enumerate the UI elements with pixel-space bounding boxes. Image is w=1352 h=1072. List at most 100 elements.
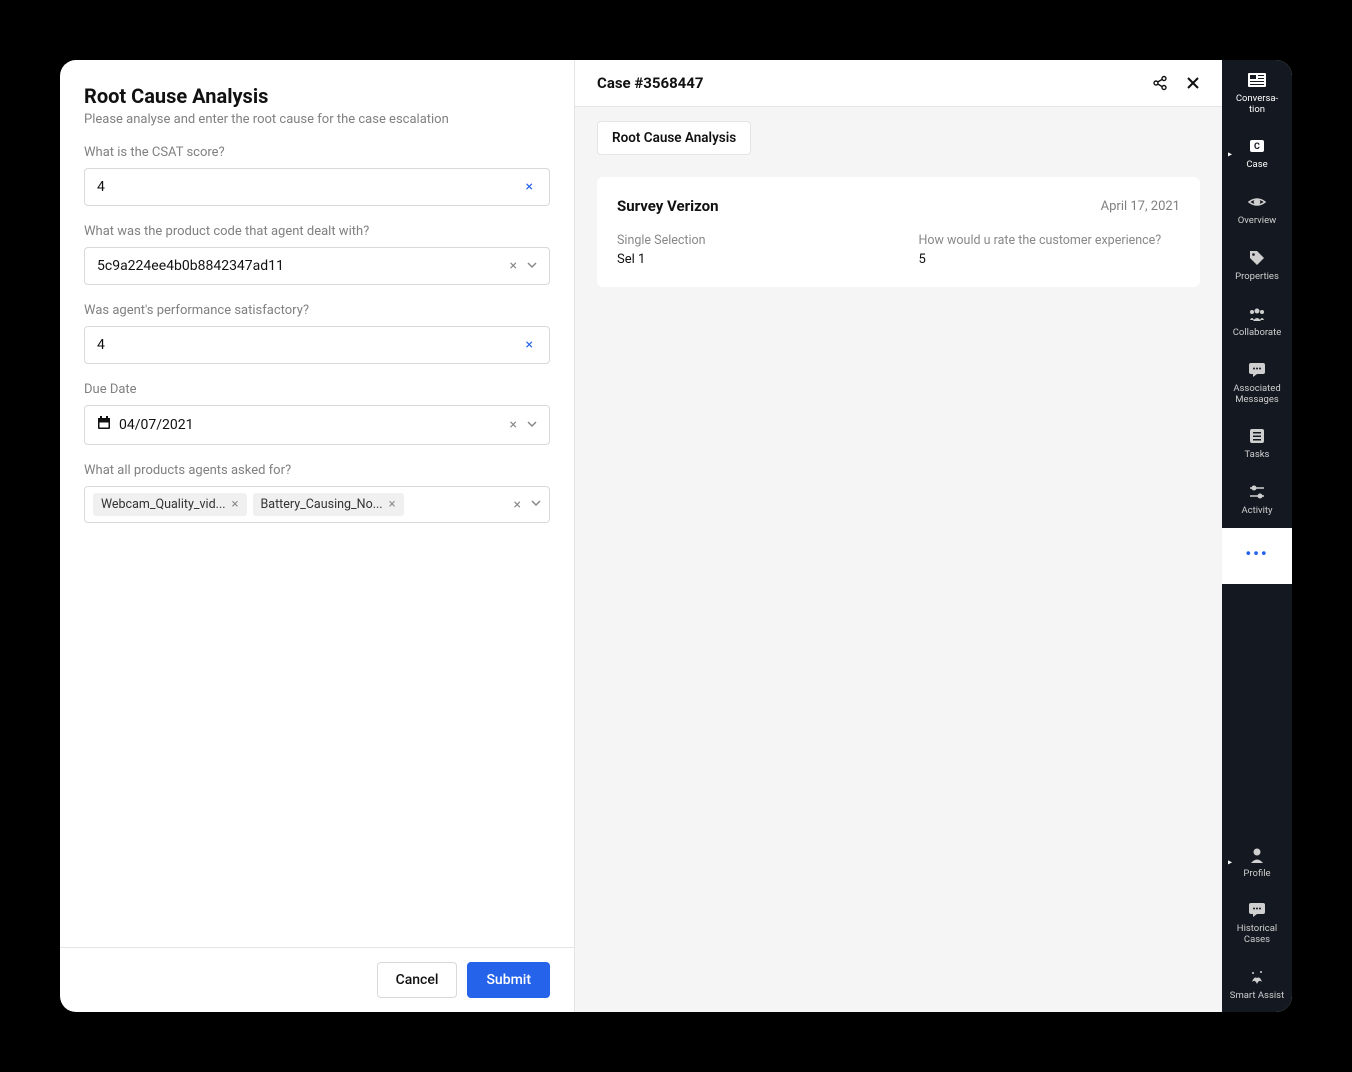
- case-icon: C: [1248, 136, 1266, 156]
- chevron-down-icon[interactable]: [531, 498, 541, 511]
- svg-text:C: C: [1254, 142, 1260, 152]
- clear-icon[interactable]: ×: [506, 417, 521, 433]
- chevron-down-icon[interactable]: [527, 419, 537, 432]
- rail-label: Conversa- tion: [1236, 94, 1278, 116]
- case-body: Survey Verizon April 17, 2021 Single Sel…: [575, 155, 1222, 309]
- field-due-date: Due Date 04/07/2021 ×: [84, 382, 550, 445]
- product-code-input[interactable]: 5c9a224ee4b0b8842347ad11 ×: [84, 247, 550, 285]
- form-footer: Cancel Submit: [60, 947, 574, 1012]
- active-marker-icon: ▸: [1228, 858, 1232, 867]
- product-code-label: What was the product code that agent dea…: [84, 224, 550, 239]
- eye-icon: [1248, 192, 1266, 212]
- rail-tasks[interactable]: Tasks: [1222, 416, 1292, 472]
- user-icon: [1250, 845, 1264, 865]
- rail-associated-messages[interactable]: Associated Messages: [1222, 350, 1292, 416]
- rail-overview[interactable]: Overview: [1222, 182, 1292, 238]
- performance-input[interactable]: 4 ×: [84, 326, 550, 364]
- clear-icon[interactable]: ×: [522, 337, 537, 353]
- survey-grid: Single Selection Sel 1 How would u rate …: [617, 233, 1180, 267]
- survey-q1-value: Sel 1: [617, 252, 879, 267]
- survey-date: April 17, 2021: [1101, 199, 1180, 214]
- chevron-down-icon[interactable]: [527, 260, 537, 273]
- form-title: Root Cause Analysis: [84, 84, 550, 108]
- products-input[interactable]: Webcam_Quality_vid... × Battery_Causing_…: [84, 486, 550, 523]
- message-icon: [1249, 360, 1265, 380]
- product-code-value: 5c9a224ee4b0b8842347ad11: [97, 258, 506, 274]
- due-date-label: Due Date: [84, 382, 550, 397]
- share-icon[interactable]: [1152, 75, 1168, 91]
- rail-label: Tasks: [1245, 450, 1270, 461]
- tag-remove-icon[interactable]: ×: [389, 497, 396, 512]
- list-icon: [1250, 426, 1264, 446]
- products-taglist: Webcam_Quality_vid... × Battery_Causing_…: [93, 493, 510, 516]
- close-icon[interactable]: [1186, 76, 1200, 90]
- field-products: What all products agents asked for? Webc…: [84, 463, 550, 523]
- product-tag: Battery_Causing_No... ×: [253, 493, 404, 516]
- rail-smart-assist[interactable]: Smart Assist: [1222, 956, 1292, 1012]
- sliders-icon: [1249, 482, 1265, 502]
- case-header: Case #3568447: [575, 60, 1222, 107]
- field-performance: Was agent's performance satisfactory? 4 …: [84, 303, 550, 364]
- performance-value: 4: [97, 337, 522, 353]
- clear-icon[interactable]: ×: [510, 497, 525, 513]
- rail-collaborate[interactable]: Collaborate: [1222, 294, 1292, 350]
- rail-case[interactable]: ▸ C Case: [1222, 126, 1292, 182]
- rail-label: Collaborate: [1233, 328, 1282, 339]
- newspaper-icon: [1248, 70, 1266, 90]
- survey-q2-label: How would u rate the customer experience…: [919, 233, 1181, 248]
- rail-activity[interactable]: Activity: [1222, 472, 1292, 528]
- tag-remove-icon[interactable]: ×: [232, 497, 239, 512]
- rail-conversation[interactable]: Conversa- tion: [1222, 60, 1292, 126]
- message-icon: [1249, 900, 1265, 920]
- survey-col-2: How would u rate the customer experience…: [919, 233, 1181, 267]
- product-tag: Webcam_Quality_vid... ×: [93, 493, 247, 516]
- rail-spacer: [1222, 584, 1292, 834]
- survey-header: Survey Verizon April 17, 2021: [617, 197, 1180, 215]
- submit-button[interactable]: Submit: [467, 962, 550, 998]
- tag-icon: [1249, 248, 1265, 268]
- clear-icon[interactable]: ×: [522, 179, 537, 195]
- survey-col-1: Single Selection Sel 1: [617, 233, 879, 267]
- tag-label: Battery_Causing_No...: [261, 497, 383, 512]
- due-date-input[interactable]: 04/07/2021 ×: [84, 405, 550, 445]
- field-csat: What is the CSAT score? 4 ×: [84, 145, 550, 206]
- rail-profile[interactable]: ▸ Profile: [1222, 834, 1292, 890]
- cancel-button[interactable]: Cancel: [377, 962, 458, 998]
- csat-input[interactable]: 4 ×: [84, 168, 550, 206]
- app-window: Root Cause Analysis Please analyse and e…: [60, 60, 1292, 1012]
- rail-section-top: Conversa- tion ▸ C Case Overview Propert: [1222, 60, 1292, 528]
- form-area: Root Cause Analysis Please analyse and e…: [60, 60, 574, 947]
- rail-label: Profile: [1243, 869, 1270, 880]
- clear-icon[interactable]: ×: [506, 258, 521, 274]
- rail-label: Overview: [1238, 216, 1277, 227]
- users-icon: [1248, 304, 1266, 324]
- right-rail: Conversa- tion ▸ C Case Overview Propert: [1222, 60, 1292, 1012]
- form-subtitle: Please analyse and enter the root cause …: [84, 112, 550, 127]
- tab-root-cause[interactable]: Root Cause Analysis: [597, 121, 751, 155]
- case-title: Case #3568447: [597, 74, 704, 92]
- csat-value: 4: [97, 179, 522, 195]
- rail-section-bottom: ▸ Profile Historical Cases Smart Assist: [1222, 834, 1292, 1012]
- rail-label: Associated Messages: [1233, 384, 1280, 406]
- survey-title: Survey Verizon: [617, 197, 718, 215]
- field-product-code: What was the product code that agent dea…: [84, 224, 550, 285]
- rail-more[interactable]: •••: [1222, 528, 1292, 584]
- more-icon: •••: [1245, 544, 1268, 564]
- left-panel: Root Cause Analysis Please analyse and e…: [60, 60, 575, 1012]
- rail-label: Properties: [1235, 272, 1279, 283]
- rail-label: Case: [1246, 160, 1267, 171]
- rail-properties[interactable]: Properties: [1222, 238, 1292, 294]
- tag-label: Webcam_Quality_vid...: [101, 497, 226, 512]
- csat-label: What is the CSAT score?: [84, 145, 550, 160]
- survey-q1-label: Single Selection: [617, 233, 879, 248]
- middle-panel: Case #3568447 Root Cause Analysis Surve: [575, 60, 1222, 1012]
- header-actions: [1152, 75, 1200, 91]
- products-label: What all products agents asked for?: [84, 463, 550, 478]
- tab-bar: Root Cause Analysis: [575, 107, 1222, 155]
- rail-label: Activity: [1241, 506, 1272, 517]
- rail-label: Historical Cases: [1237, 924, 1277, 946]
- active-marker-icon: ▸: [1228, 149, 1232, 158]
- survey-card: Survey Verizon April 17, 2021 Single Sel…: [597, 177, 1200, 287]
- rail-historical-cases[interactable]: Historical Cases: [1222, 890, 1292, 956]
- due-date-value: 04/07/2021: [119, 417, 506, 433]
